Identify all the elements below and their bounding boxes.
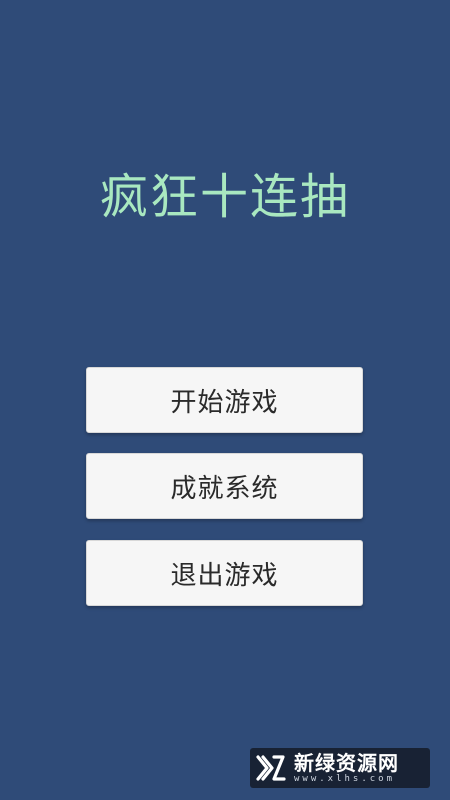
achievements-button[interactable]: 成就系统	[86, 453, 363, 519]
start-game-button[interactable]: 开始游戏	[86, 367, 363, 433]
watermark-name: 新绿资源网	[294, 750, 399, 775]
main-menu-screen: 疯狂十连抽 开始游戏 成就系统 退出游戏 新绿资源网 www.xlhs.com	[0, 0, 450, 800]
watermark-text: 新绿资源网 www.xlhs.com	[294, 752, 399, 785]
watermark-url: www.xlhs.com	[294, 773, 396, 784]
exit-game-button[interactable]: 退出游戏	[86, 540, 363, 606]
site-watermark: 新绿资源网 www.xlhs.com	[250, 748, 430, 788]
game-title: 疯狂十连抽	[99, 169, 350, 225]
xl-logo-icon	[256, 755, 286, 781]
